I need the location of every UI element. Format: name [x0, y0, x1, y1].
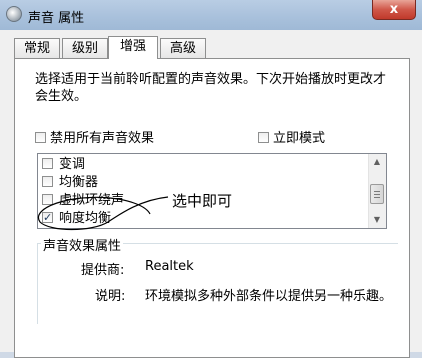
properties-groupbox — [37, 243, 398, 324]
effect-checkbox[interactable] — [42, 176, 53, 187]
annotation-text: 选中即可 — [172, 192, 233, 210]
scroll-up-icon[interactable]: ▲ — [369, 154, 385, 170]
effect-checkbox[interactable] — [42, 194, 53, 205]
description-value: 环境模拟多种外部条件以提供另一种乐趣。 — [145, 289, 393, 304]
title-bar: 声音 属性 x — [0, 0, 422, 30]
tab-levels[interactable]: 级别 — [62, 38, 108, 58]
panel-description: 选择适用于当前聆听配置的声音效果。下次开始播放时更改才会生效。 — [35, 72, 387, 104]
list-scrollbar[interactable]: ▲ ▼ — [368, 154, 386, 228]
window-title: 声音 属性 — [28, 11, 85, 26]
effect-checkbox-checked[interactable] — [42, 209, 53, 227]
effect-label: 虚拟环绕声 — [59, 193, 125, 208]
tab-general[interactable]: 常规 — [14, 38, 60, 58]
immediate-mode-option[interactable]: 立即模式 — [258, 127, 325, 146]
properties-group-title: 声音效果属性 — [41, 235, 124, 254]
disable-all-option[interactable]: 禁用所有声音效果 — [35, 127, 154, 146]
scroll-down-icon[interactable]: ▼ — [369, 212, 385, 228]
description-label: 说明: — [95, 289, 126, 304]
speaker-icon — [6, 6, 22, 22]
list-item[interactable]: 虚拟环绕声 — [42, 192, 124, 210]
provider-label: 提供商: — [81, 263, 125, 278]
list-item[interactable]: 响度均衡 — [42, 209, 112, 228]
effect-label: 变调 — [59, 157, 86, 172]
effect-checkbox[interactable] — [42, 158, 53, 169]
immediate-mode-label: 立即模式 — [273, 131, 326, 146]
list-item[interactable]: 变调 — [42, 156, 85, 174]
disable-all-label: 禁用所有声音效果 — [50, 131, 155, 146]
list-item[interactable]: 均衡器 — [42, 174, 98, 192]
disable-all-checkbox[interactable] — [35, 132, 46, 143]
tab-enhancements[interactable]: 增强 — [108, 36, 158, 59]
effect-label: 均衡器 — [59, 175, 99, 190]
close-button[interactable]: x — [372, 0, 416, 20]
tab-advanced[interactable]: 高级 — [160, 38, 206, 58]
immediate-mode-checkbox[interactable] — [258, 132, 269, 143]
provider-value: Realtek — [145, 259, 194, 274]
scroll-thumb[interactable] — [370, 184, 384, 204]
effect-label: 响度均衡 — [59, 211, 112, 226]
